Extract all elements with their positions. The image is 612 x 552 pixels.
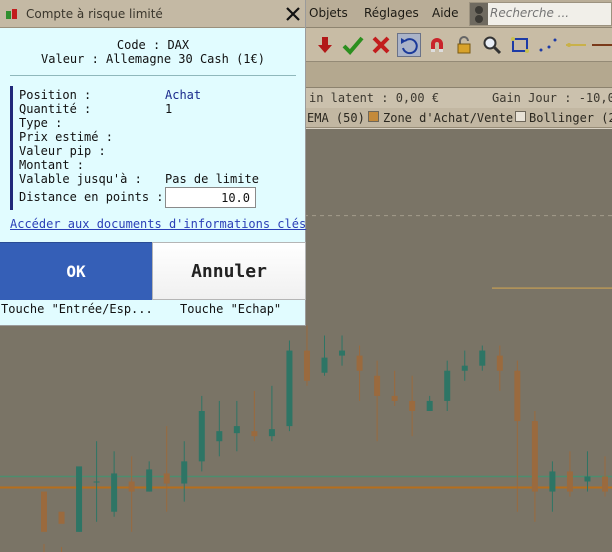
dialog-title: Compte à risque limité [26, 7, 163, 21]
candle-body [76, 466, 83, 532]
distance-label: Distance en points : [19, 190, 164, 204]
rectangle-select-icon[interactable] [508, 33, 532, 57]
validite-value: Pas de limite [165, 172, 259, 186]
gain-latent-label: in latent : 0,00 € [309, 91, 440, 105]
indicator-bollinger[interactable]: Bollinger (2 [529, 111, 612, 125]
distance-input[interactable] [165, 187, 256, 208]
search-input[interactable] [490, 6, 610, 20]
candle-body [356, 355, 363, 371]
gain-jour-label: Gain Jour : -10,00 [492, 91, 612, 105]
magnet-icon[interactable] [425, 33, 449, 57]
checkmark-icon[interactable] [341, 33, 365, 57]
cancel-hint: Touche "Echap" [180, 302, 282, 316]
candle-body [321, 357, 328, 373]
app-icon [6, 9, 17, 19]
candle-body [146, 469, 153, 492]
order-details: Position : Achat Quantité : 1 Type : Pri… [10, 86, 300, 210]
candle-body [409, 400, 416, 411]
candle-body [198, 411, 205, 462]
candle-body [584, 476, 591, 482]
candle-body [233, 426, 240, 434]
candle-body [391, 395, 398, 401]
close-icon[interactable] [284, 5, 302, 23]
candle-body [549, 471, 556, 492]
candle-body [426, 400, 433, 411]
zone-checkbox[interactable] [368, 111, 379, 122]
menu-reglages[interactable]: Réglages [364, 6, 419, 20]
points-icon[interactable] [536, 33, 560, 57]
pip-label: Valeur pip : [19, 144, 106, 158]
code-line: Code : DAX [116, 38, 190, 52]
grip-handle-icon[interactable] [470, 3, 488, 25]
candle-body [566, 471, 573, 492]
menu-aide[interactable]: Aide [432, 6, 459, 20]
candle-body [514, 370, 521, 422]
candle-body [128, 481, 135, 492]
candle-body [602, 476, 608, 492]
candle-body [93, 481, 100, 483]
prix-label: Prix estimé : [19, 130, 113, 144]
search-box[interactable] [469, 2, 612, 26]
candle-body [444, 370, 451, 401]
indicator-zone[interactable]: Zone d'Achat/Vente [383, 111, 513, 125]
type-label: Type : [19, 116, 63, 130]
candle-body [531, 421, 538, 492]
divider [10, 75, 296, 76]
montant-label: Montant : [19, 158, 85, 172]
trading-app: Objets Réglages Aide Recherche ... in la… [0, 0, 612, 552]
cross-icon[interactable] [369, 33, 393, 57]
menu-objets[interactable]: Objets [309, 6, 348, 20]
zoom-icon[interactable] [480, 33, 504, 57]
candle-body [163, 473, 170, 484]
candle-body [268, 429, 275, 437]
ok-hint: Touche "Entrée/Esp... [1, 302, 153, 316]
cancel-button[interactable]: Annuler [152, 242, 306, 300]
candle-body [251, 431, 258, 437]
valeur-line: Valeur : Allemagne 30 Cash (1€) [41, 52, 265, 66]
candle-body [461, 365, 468, 371]
bollinger-checkbox[interactable] [515, 111, 526, 122]
dialog-titlebar[interactable]: Compte à risque limité [0, 0, 305, 28]
trend-line-icon[interactable] [590, 33, 612, 57]
candle-body [303, 350, 310, 381]
validite-label: Valable jusqu'à : [19, 172, 142, 186]
order-dialog: Compte à risque limité Code : DAX Valeur… [0, 0, 306, 326]
candle-body [339, 350, 346, 356]
lock-icon[interactable] [452, 33, 476, 57]
candle-body [181, 461, 188, 484]
arrow-down-icon[interactable] [313, 33, 337, 57]
quantite-value: 1 [165, 102, 173, 116]
candle-body [58, 511, 65, 524]
candle-body [374, 375, 381, 396]
indicator-ema[interactable]: EMA (50) [307, 111, 365, 125]
documents-link[interactable]: Accéder aux documents d'informations clé… [10, 217, 306, 231]
candle-body [111, 473, 118, 512]
candle-body [496, 355, 503, 371]
undo-icon[interactable] [397, 33, 421, 57]
candle-body [479, 350, 486, 366]
ok-button[interactable]: OK [0, 242, 152, 300]
candle-body [216, 431, 223, 442]
position-label: Position : [19, 88, 92, 102]
quantite-label: Quantité : [19, 102, 92, 116]
candle-body [286, 350, 293, 427]
horizontal-line-icon[interactable] [564, 33, 588, 57]
position-value: Achat [165, 88, 202, 102]
candle-body [41, 491, 47, 532]
